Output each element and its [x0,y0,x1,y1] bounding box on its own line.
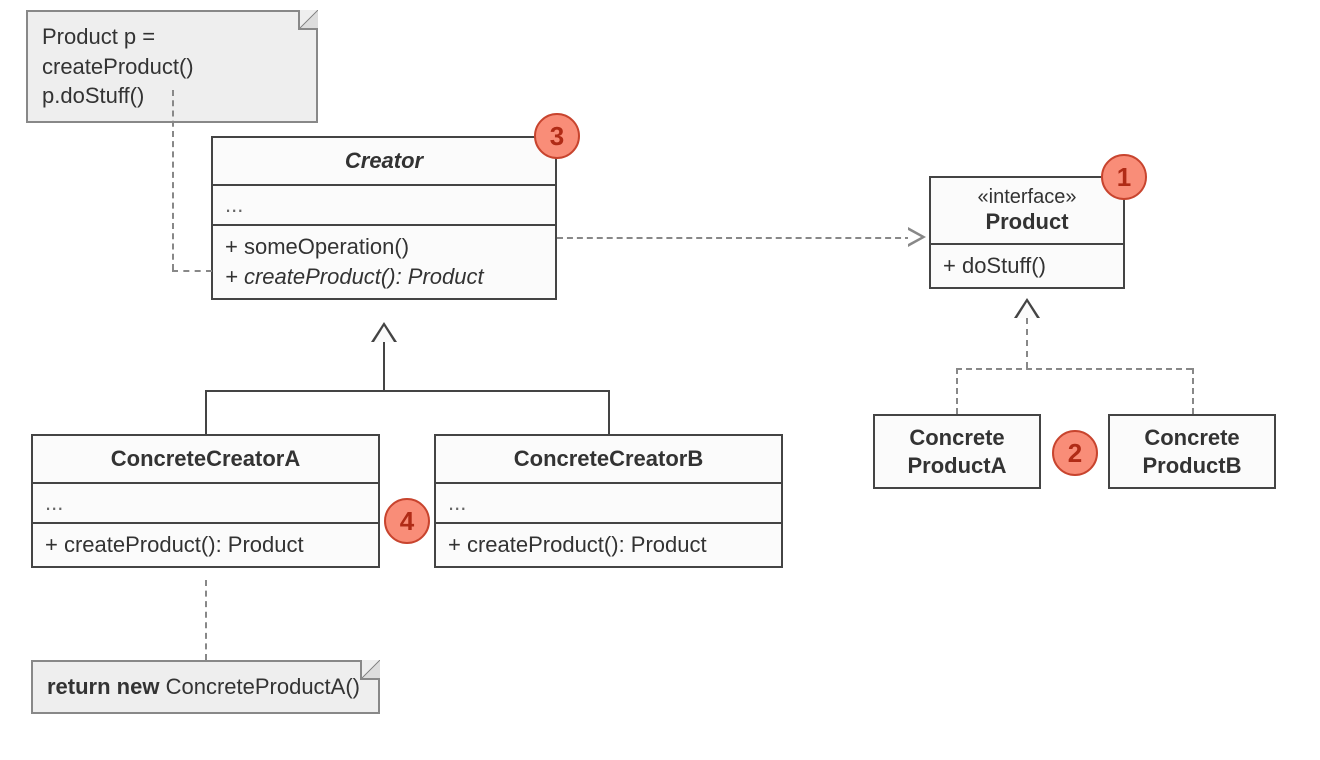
class-ops: + someOperation() + createProduct(): Pro… [213,224,555,298]
note-concrete-creator-a: return new ConcreteProductA() [31,660,380,714]
class-concrete-creator-b: ConcreteCreatorB ... + createProduct(): … [434,434,783,568]
class-title: ProductB [1118,452,1266,480]
note-anchor [205,580,207,660]
note-line: Product p = createProduct() [42,22,302,81]
connector-line [383,342,385,390]
class-title: ConcreteCreatorA [33,436,378,482]
operation-abstract: + createProduct(): Product [225,262,543,292]
operation: + doStuff() [943,251,1111,281]
note-anchor [172,270,212,272]
class-product-interface: «interface» Product + doStuff() [929,176,1125,289]
note-rest: ConcreteProductA() [159,674,360,699]
connector-line [205,390,207,434]
connector-line [608,390,610,434]
class-concrete-creator-a: ConcreteCreatorA ... + createProduct(): … [31,434,380,568]
class-title-block: «interface» Product [931,178,1123,243]
class-ops: + createProduct(): Product [33,522,378,566]
dependency-line [557,237,911,239]
class-creator: Creator ... + someOperation() + createPr… [211,136,557,300]
note-anchor [172,90,174,270]
badge-1: 1 [1101,154,1147,200]
connector-line [1026,318,1028,368]
stereotype: «interface» [939,186,1115,209]
class-title: Creator [213,138,555,184]
operation: + someOperation() [225,232,543,262]
operation: + createProduct(): Product [45,530,366,560]
class-ops: + createProduct(): Product [436,522,781,566]
class-title-block: Concrete ProductA [875,416,1039,487]
class-title: Product [939,209,1115,235]
class-title: Concrete [1118,424,1266,452]
class-title-block: Concrete ProductB [1110,416,1274,487]
note-bold: return new [47,674,159,699]
triangle-icon [374,326,394,342]
connector-line [956,368,1192,370]
class-concrete-product-b: Concrete ProductB [1108,414,1276,489]
class-title: ConcreteCreatorB [436,436,781,482]
class-title: ProductA [883,452,1031,480]
class-concrete-product-a: Concrete ProductA [873,414,1041,489]
class-ops: + doStuff() [931,243,1123,287]
badge-4: 4 [384,498,430,544]
operation: + createProduct(): Product [448,530,769,560]
connector-line [1192,368,1194,414]
connector-line [205,390,610,392]
class-attrs: ... [213,184,555,224]
connector-line [956,368,958,414]
class-attrs: ... [436,482,781,522]
badge-3: 3 [534,113,580,159]
arrow-icon [908,227,926,247]
badge-2: 2 [1052,430,1098,476]
class-title: Concrete [883,424,1031,452]
class-attrs: ... [33,482,378,522]
triangle-icon [1017,302,1037,318]
